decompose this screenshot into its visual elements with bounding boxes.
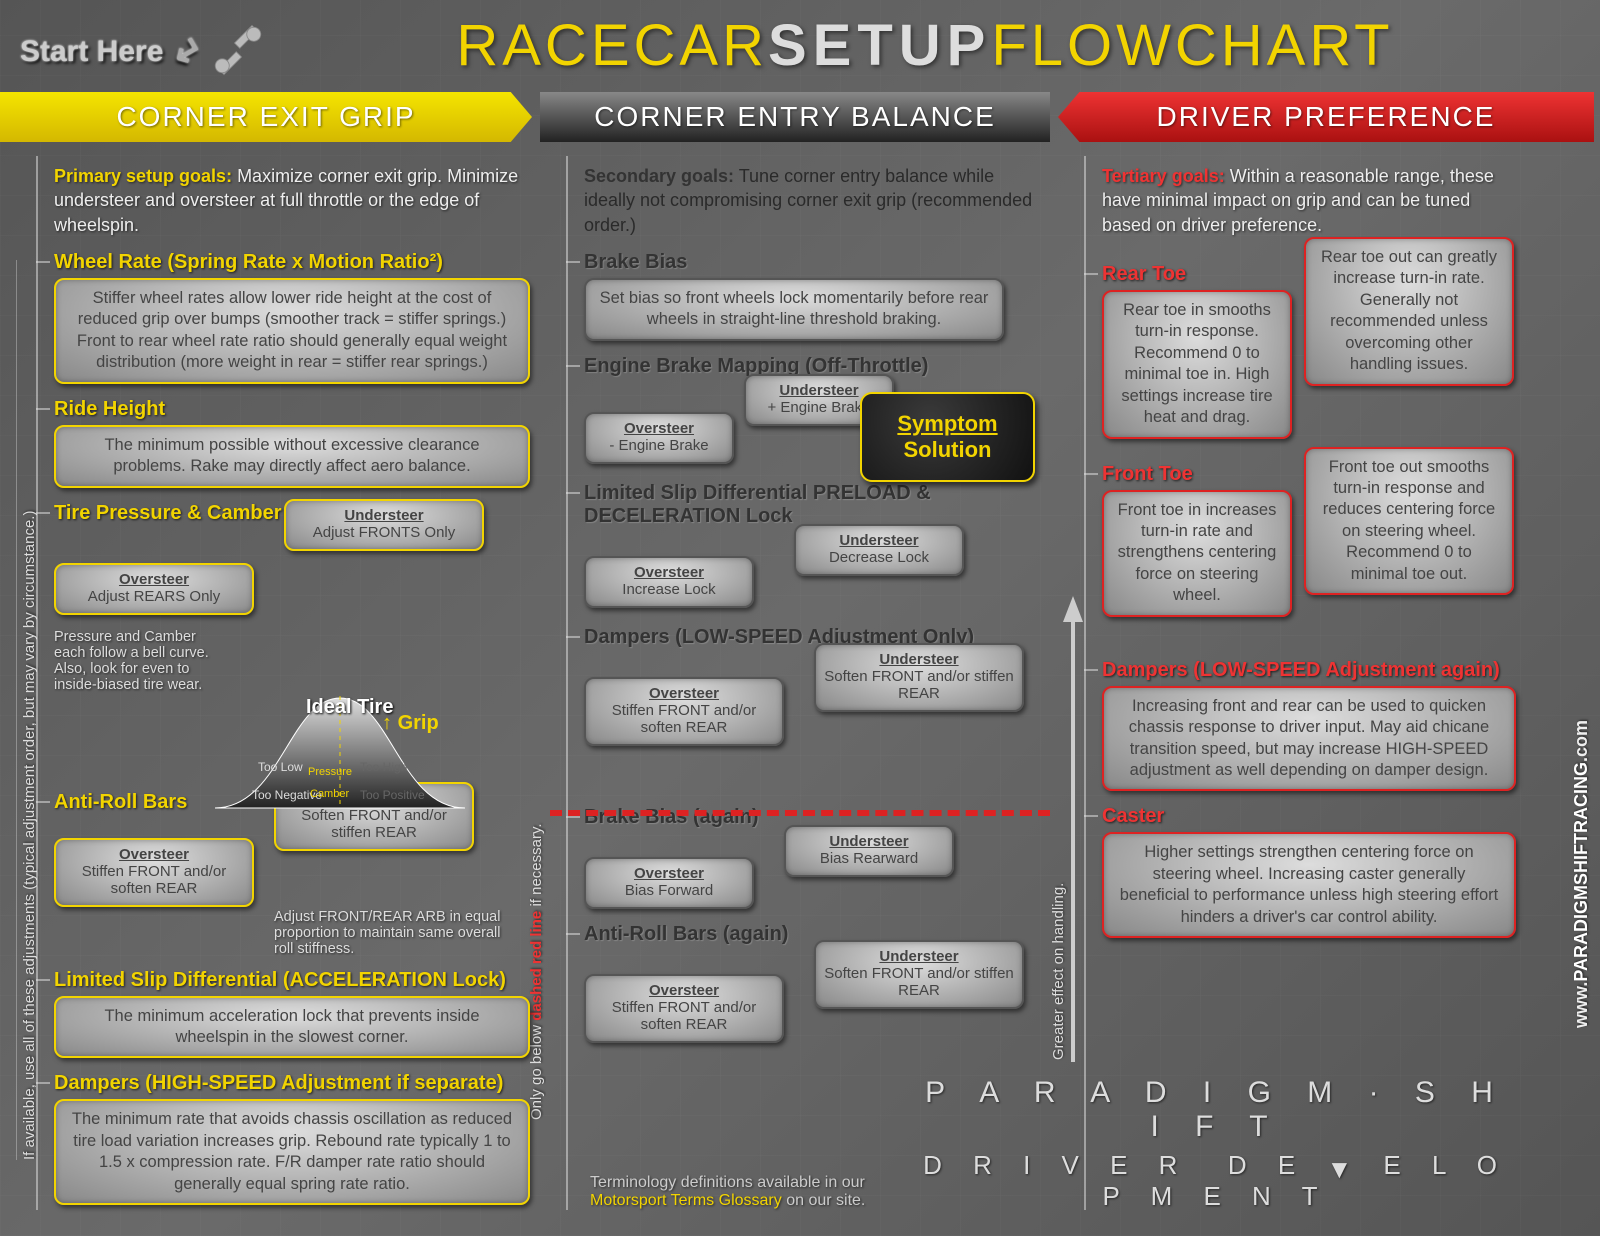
sec-lsd-accel: Limited Slip Differential (ACCELERATION … xyxy=(54,969,530,992)
legend-symptom-solution: Symptom Solution xyxy=(860,392,1035,482)
sec-ride-height: Ride Height xyxy=(54,398,530,421)
banner-col1: CORNER EXIT GRIP xyxy=(0,92,532,142)
sec-dampers-hs: Dampers (HIGH-SPEED Adjustment if separa… xyxy=(54,1072,530,1095)
box-brake-bias: Set bias so front wheels lock momentaril… xyxy=(584,278,1004,341)
box-tpc-oversteer: OversteerAdjust REARS Only xyxy=(54,563,254,615)
banner-col2: CORNER ENTRY BALANCE xyxy=(540,92,1050,142)
banner-col3: DRIVER PREFERENCE xyxy=(1058,92,1594,142)
site-url: www.PARADIGMSHIFTRACING.com xyxy=(1571,720,1592,1028)
brand-logo: P A R A D I G M · S H I F T D R I V E R … xyxy=(906,1076,1526,1212)
sec-caster: Caster xyxy=(1102,805,1516,828)
goals-tertiary: Tertiary goals: Within a reasonable rang… xyxy=(1102,164,1516,237)
start-arrow-icon: ↴ xyxy=(161,25,212,72)
box-lsd-oversteer: OversteerIncrease Lock xyxy=(584,556,754,608)
page-title: RACECARSETUPFLOWCHART xyxy=(270,12,1580,79)
box-front-toe-in: Front toe in increases turn-in rate and … xyxy=(1102,490,1292,617)
box-bb2-understeer: UndersteerBias Rearward xyxy=(784,825,954,877)
sec-front-toe: Front Toe xyxy=(1102,463,1292,486)
start-here-label: Start Here↴ xyxy=(20,28,202,70)
goals-primary: Primary setup goals: Maximize corner exi… xyxy=(54,164,530,237)
wrench-icon xyxy=(210,22,266,78)
sec-brake-bias: Brake Bias xyxy=(584,251,1050,274)
column-driver-preference: Tertiary goals: Within a reasonable rang… xyxy=(1058,150,1526,1220)
box-rear-toe-in: Rear toe in smooths turn-in response. Re… xyxy=(1102,290,1292,439)
box-ebm-oversteer: Oversteer- Engine Brake xyxy=(584,412,734,464)
box-front-toe-out: Front toe out smooths turn-in response a… xyxy=(1304,447,1514,596)
sec-rear-toe: Rear Toe xyxy=(1102,263,1292,286)
bell-curve-graphic: Ideal Tire ↑ Grip Too Low Too High Too N… xyxy=(210,688,470,828)
dashed-red-line xyxy=(550,810,1050,816)
box-damp-ls-understeer: UndersteerSoften FRONT and/or stiffen RE… xyxy=(814,643,1024,712)
sec-wheel-rate: Wheel Rate (Spring Rate x Motion Ratio²) xyxy=(54,251,530,274)
box-lsd-understeer: UndersteerDecrease Lock xyxy=(794,524,964,576)
box-ride-height: The minimum possible without excessive c… xyxy=(54,425,530,488)
box-caster: Higher settings strengthen centering for… xyxy=(1102,832,1516,938)
bell-note: Pressure and Camber each follow a bell c… xyxy=(54,629,224,693)
box-lsd-accel: The minimum acceleration lock that preve… xyxy=(54,996,530,1059)
box-dampers-hs: The minimum rate that avoids chassis osc… xyxy=(54,1099,530,1205)
terms-note: Terminology definitions available in our… xyxy=(590,1174,870,1210)
box-arb2-understeer: UndersteerSoften FRONT and/or stiffen RE… xyxy=(814,940,1024,1009)
glossary-link[interactable]: Motorsport Terms Glossary xyxy=(590,1192,782,1209)
box-dampers-ls-again: Increasing front and rear can be used to… xyxy=(1102,686,1516,792)
sec-lsd-preload-decel: Limited Slip Differential PRELOAD & DECE… xyxy=(584,482,1050,528)
sec-dampers-ls-again: Dampers (LOW-SPEED Adjustment again) xyxy=(1102,659,1516,682)
box-tpc-understeer: UndersteerAdjust FRONTS Only xyxy=(284,499,484,551)
column-corner-entry-balance: Secondary goals: Tune corner entry balan… xyxy=(540,150,1060,1220)
box-wheel-rate: Stiffer wheel rates allow lower ride hei… xyxy=(54,278,530,384)
goals-secondary: Secondary goals: Tune corner entry balan… xyxy=(584,164,1050,237)
box-arb-oversteer: OversteerStiffen FRONT and/or soften REA… xyxy=(54,838,254,907)
arb-note: Adjust FRONT/REAR ARB in equal proportio… xyxy=(274,909,504,957)
column-corner-exit-grip: Primary setup goals: Maximize corner exi… xyxy=(0,150,540,1220)
box-damp-ls-oversteer: OversteerStiffen FRONT and/or soften REA… xyxy=(584,677,784,746)
box-bb2-oversteer: OversteerBias Forward xyxy=(584,857,754,909)
box-rear-toe-out: Rear toe out can greatly increase turn-i… xyxy=(1304,237,1514,386)
box-arb2-oversteer: OversteerStiffen FRONT and/or soften REA… xyxy=(584,974,784,1043)
